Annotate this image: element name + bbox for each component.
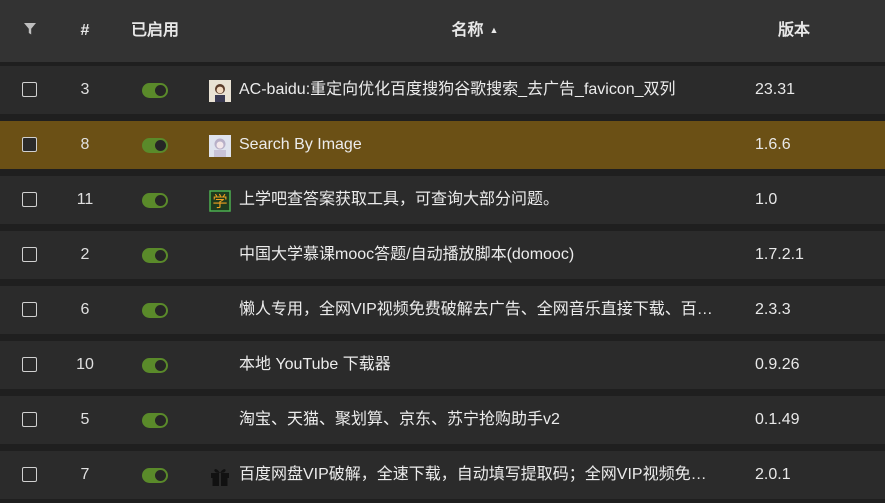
scripts-table: # 已启用 名称 ▲ 版本 3 AC-baidu:重定向优化百度搜狗谷歌搜索_去广… [0,0,885,503]
script-name[interactable]: 懒人专用，全网VIP视频免费破解去广告、全网音乐直接下载、百… [239,286,739,334]
row-number: 5 [80,411,90,428]
row-number: 3 [80,81,90,98]
row-number: 10 [76,356,94,373]
enabled-toggle[interactable] [142,468,168,483]
table-row[interactable]: 6 懒人专用，全网VIP视频免费破解去广告、全网音乐直接下载、百… 2.3.3 [0,282,885,338]
script-version: 1.0 [755,191,778,208]
row-checkbox[interactable] [22,302,37,317]
row-checkbox[interactable] [22,82,37,97]
script-name[interactable]: 中国大学慕课mooc答题/自动播放脚本(domooc) [239,231,739,279]
row-checkbox[interactable] [22,467,37,482]
sort-ascending-icon: ▲ [489,25,499,35]
row-number: 6 [80,301,90,318]
table-row[interactable]: 2 中国大学慕课mooc答题/自动播放脚本(domooc) 1.7.2.1 [0,227,885,283]
script-version: 1.6.6 [755,136,791,153]
row-number: 7 [80,466,90,483]
script-version: 1.7.2.1 [755,246,804,263]
script-version: 0.9.26 [755,356,800,373]
enabled-toggle[interactable] [142,138,168,153]
column-header-name[interactable]: 名称 ▲ [205,0,745,62]
filter-button[interactable] [0,0,60,62]
column-header-enabled[interactable]: 已启用 [112,0,198,62]
script-name[interactable]: 百度网盘VIP破解，全速下载，自动填写提取码；全网VIP视频免… [239,451,739,499]
svg-text:学: 学 [212,193,227,211]
row-checkbox[interactable] [22,247,37,262]
row-checkbox[interactable] [22,137,37,152]
table-row[interactable]: 10 本地 YouTube 下载器 0.9.26 [0,337,885,393]
table-row[interactable]: 8 Search By Image 1.6.6 [0,117,885,173]
script-name[interactable]: 上学吧查答案获取工具，可查询大部分问题。 [239,176,739,224]
script-version: 23.31 [755,81,796,98]
row-number: 11 [76,191,94,208]
row-number: 8 [80,136,90,153]
script-version: 2.0.1 [755,466,791,483]
row-checkbox[interactable] [22,192,37,207]
table-row[interactable]: 3 AC-baidu:重定向优化百度搜狗谷歌搜索_去广告_favicon_双列 … [0,62,885,118]
ac-baidu-avatar-icon [209,80,231,102]
enabled-toggle[interactable] [142,248,168,263]
xue-icon: 学 [209,190,231,212]
row-number: 2 [80,246,90,263]
filter-icon [24,22,36,35]
column-header-name-label: 名称 [451,22,484,39]
table-row[interactable]: 5 淘宝、天猫、聚划算、京东、苏宁抢购助手v2 0.1.49 [0,392,885,448]
script-version: 0.1.49 [755,411,800,428]
enabled-toggle[interactable] [142,83,168,98]
column-header-version[interactable]: 版本 [746,0,842,62]
enabled-toggle[interactable] [142,358,168,373]
row-checkbox[interactable] [22,357,37,372]
script-name[interactable]: Search By Image [239,121,739,169]
search-by-image-avatar-icon [209,135,231,157]
script-name[interactable]: 本地 YouTube 下载器 [239,341,739,389]
script-name[interactable]: 淘宝、天猫、聚划算、京东、苏宁抢购助手v2 [239,396,739,444]
table-row[interactable]: 11 学 上学吧查答案获取工具，可查询大部分问题。 1.0 [0,172,885,228]
script-version: 2.3.3 [755,301,791,318]
gift-icon [211,469,229,486]
enabled-toggle[interactable] [142,193,168,208]
enabled-toggle[interactable] [142,303,168,318]
row-checkbox[interactable] [22,412,37,427]
table-row[interactable]: 7 百度网盘VIP破解，全速下载，自动填写提取码；全网VIP视频免… 2.0.1 [0,447,885,503]
table-header: # 已启用 名称 ▲ 版本 [0,0,885,63]
enabled-toggle[interactable] [142,413,168,428]
script-name[interactable]: AC-baidu:重定向优化百度搜狗谷歌搜索_去广告_favicon_双列 [239,66,739,114]
column-header-number[interactable]: # [62,0,108,62]
